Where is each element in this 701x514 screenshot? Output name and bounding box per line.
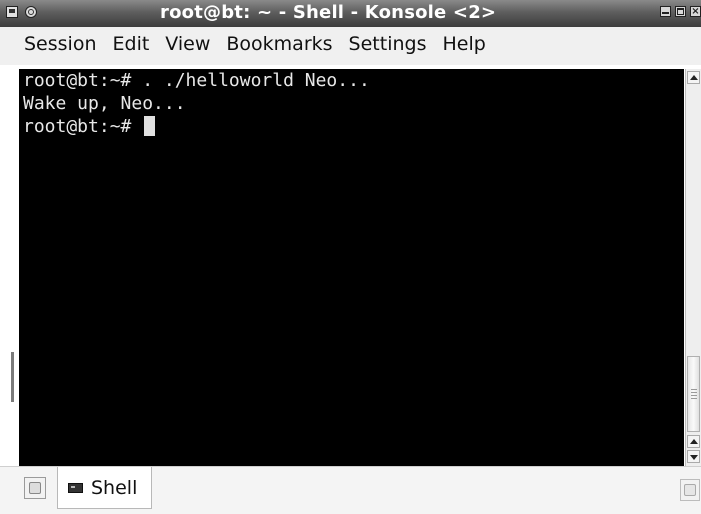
terminal-line: root@bt:~# . ./helloworld Neo... xyxy=(23,70,370,91)
terminal-prompt: root@bt:~# xyxy=(23,116,143,137)
scroll-up-arrow-icon[interactable] xyxy=(687,71,700,84)
text-cursor xyxy=(144,116,156,136)
menu-session[interactable]: Session xyxy=(24,33,97,55)
menu-settings[interactable]: Settings xyxy=(349,33,427,55)
terminal-output[interactable]: root@bt:~# . ./helloworld Neo... Wake up… xyxy=(19,69,684,466)
tab-shell[interactable]: Shell xyxy=(57,467,152,509)
sticky-icon[interactable] xyxy=(25,6,37,18)
new-tab-icon[interactable] xyxy=(24,477,46,499)
menu-bookmarks[interactable]: Bookmarks xyxy=(226,33,332,55)
terminal-icon xyxy=(68,482,83,493)
menu-help[interactable]: Help xyxy=(442,33,485,55)
tab-label: Shell xyxy=(91,476,138,499)
menu-bar: Session Edit View Bookmarks Settings Hel… xyxy=(0,27,701,65)
menu-view[interactable]: View xyxy=(165,33,210,55)
title-bar[interactable]: root@bt: ~ - Shell - Konsole <2> × xyxy=(0,0,701,27)
resize-edge[interactable] xyxy=(11,352,14,402)
tab-bar: Shell xyxy=(0,466,701,514)
scroll-down-arrow-icon[interactable] xyxy=(687,450,700,463)
scroll-up-arrow-icon[interactable] xyxy=(687,435,700,448)
app-menu-icon[interactable] xyxy=(6,6,18,18)
terminal-prompt-line: root@bt:~# xyxy=(19,115,684,138)
grip-icon xyxy=(691,389,697,399)
minimize-icon[interactable] xyxy=(660,6,671,17)
terminal-line: Wake up, Neo... xyxy=(23,93,186,114)
scrollbar-thumb[interactable] xyxy=(687,356,700,432)
maximize-icon[interactable] xyxy=(675,6,686,17)
close-icon[interactable]: × xyxy=(690,6,701,17)
window-title: root@bt: ~ - Shell - Konsole <2> xyxy=(160,2,497,23)
close-tab-icon[interactable] xyxy=(680,479,700,501)
menu-edit[interactable]: Edit xyxy=(113,33,150,55)
vertical-scrollbar[interactable] xyxy=(685,69,701,466)
